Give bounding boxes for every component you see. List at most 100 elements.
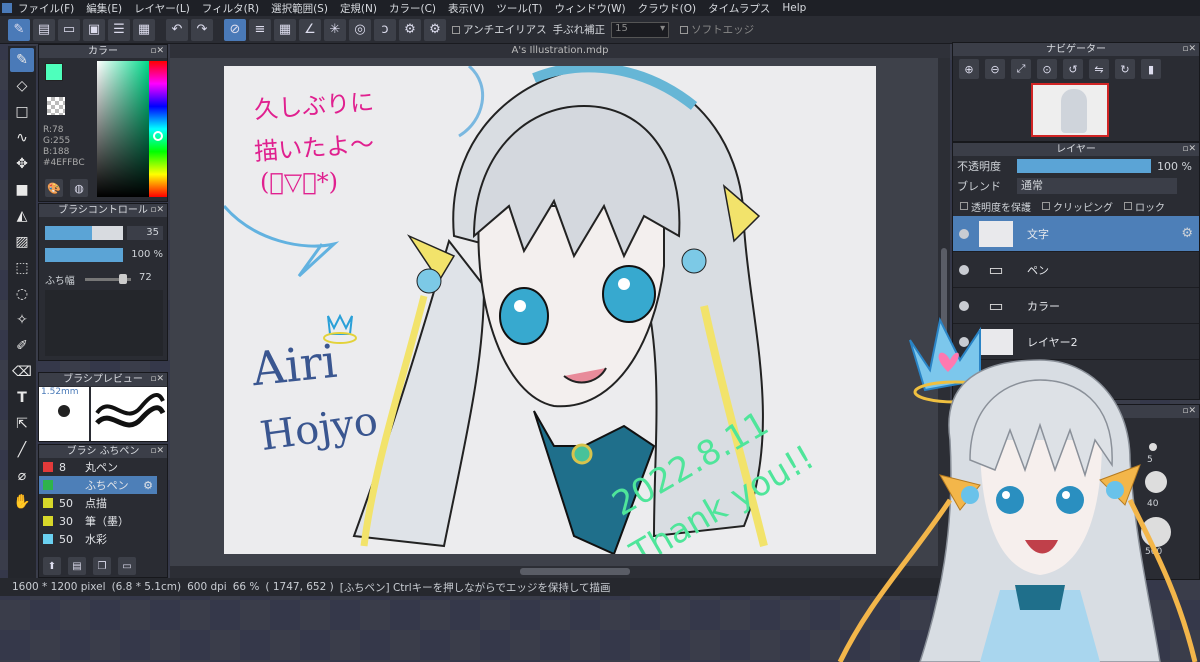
eyedropper-tool-icon[interactable]: ⌀ — [10, 464, 34, 488]
menu-item[interactable]: 編集(E) — [86, 1, 122, 16]
operation-tool-icon[interactable]: ⇱ — [10, 412, 34, 436]
rotate-left-icon[interactable]: ↺ — [1063, 59, 1083, 79]
select-eraser-icon[interactable]: ⌫ — [10, 360, 34, 384]
visibility-icon[interactable] — [959, 228, 969, 239]
brush-opacity-slider[interactable] — [45, 248, 123, 262]
layer-row[interactable]: 文字 ⚙ — [953, 216, 1199, 252]
eraser-tool-icon[interactable]: ◇ — [10, 74, 34, 98]
menu-item[interactable]: ウィンドウ(W) — [555, 1, 626, 16]
brush-new-icon[interactable]: ▤ — [68, 557, 86, 575]
brush-item[interactable]: 50 点描 — [39, 494, 157, 512]
gradient-tool-icon[interactable]: ▨ — [10, 230, 34, 254]
layer-opacity-slider[interactable] — [1017, 159, 1151, 173]
menu-item[interactable]: 定規(N) — [340, 1, 377, 16]
panel-close-icon[interactable]: ▫✕ — [150, 204, 164, 217]
clipping-checkbox[interactable] — [1042, 202, 1050, 210]
chat-icon[interactable]: ▣ — [83, 18, 105, 41]
brush-size-slider[interactable] — [45, 226, 123, 240]
stabilizer-select[interactable]: 15 ▾ — [611, 21, 670, 38]
undo-icon[interactable]: ↶ — [166, 18, 188, 41]
snap-radial-icon[interactable]: ✳ — [324, 18, 346, 41]
drawing-canvas[interactable]: 久しぶりに 描いたよ〜 (ﾟ▽ﾟ*) Airi Hojyo 2022.8.11 … — [224, 66, 876, 554]
menu-item[interactable]: ツール(T) — [496, 1, 542, 16]
menu-item[interactable]: フィルタ(R) — [202, 1, 259, 16]
select-rect-icon[interactable]: ⬚ — [10, 256, 34, 280]
brush-add-icon[interactable]: ⬆ — [43, 557, 61, 575]
menu-item[interactable]: カラー(C) — [389, 1, 436, 16]
layer-row[interactable]: ▭ ペン — [953, 252, 1199, 288]
actual-size-icon[interactable]: ⊙ — [1037, 59, 1057, 79]
document-tab[interactable]: A's Illustration.mdp — [170, 44, 950, 58]
antialias-checkbox[interactable] — [452, 25, 460, 34]
fit-icon[interactable]: ⤢ — [1011, 59, 1031, 79]
hue-slider[interactable] — [149, 61, 167, 197]
brush-copy-icon[interactable]: ❐ — [93, 557, 111, 575]
navigator-thumbnail[interactable] — [1031, 83, 1109, 137]
rotate-right-icon[interactable]: ↻ — [1115, 59, 1135, 79]
visibility-icon[interactable] — [959, 264, 969, 275]
comment-icon[interactable]: ▭ — [58, 18, 80, 41]
menu-item[interactable]: Help — [782, 2, 806, 14]
fill-tool-icon[interactable]: ◭ — [10, 204, 34, 228]
lasso-tool-icon[interactable]: ∿ — [10, 126, 34, 150]
zoom-out-icon[interactable]: ⊖ — [985, 59, 1005, 79]
transparent-color-swatch[interactable] — [47, 97, 65, 115]
layers-icon[interactable]: ☰ — [108, 18, 130, 41]
horizontal-scrollbar[interactable] — [170, 566, 938, 578]
menu-item[interactable]: 選択範囲(S) — [271, 1, 328, 16]
select-ellipse-icon[interactable]: ◌ — [10, 282, 34, 306]
panel-close-icon[interactable]: ▫✕ — [150, 373, 164, 386]
gear-icon[interactable]: ⚙ — [143, 479, 153, 492]
brush-item[interactable]: ふちペン ⚙ — [39, 476, 157, 494]
settings-gear-icon[interactable]: ⚙ — [424, 18, 446, 41]
grid-icon[interactable]: ▦ — [133, 18, 155, 41]
pen-tool-icon[interactable]: ✎ — [10, 48, 34, 72]
shape-tool-icon[interactable]: ■ — [10, 178, 34, 202]
brush-size-value[interactable]: 35 — [127, 226, 163, 240]
foreground-color-swatch[interactable] — [45, 63, 63, 81]
magic-wand-icon[interactable]: ✧ — [10, 308, 34, 332]
rect-select-tool-icon[interactable]: □ — [10, 100, 34, 124]
move-tool-icon[interactable]: ✥ — [10, 152, 34, 176]
menu-item[interactable]: レイヤー(L) — [134, 1, 190, 16]
select-pen-icon[interactable]: ✐ — [10, 334, 34, 358]
text-tool-icon[interactable]: T — [10, 386, 34, 410]
snap-settings-icon[interactable]: ⚙ — [399, 18, 421, 41]
lock-checkbox[interactable] — [1124, 202, 1132, 210]
hue-handle[interactable] — [153, 131, 163, 141]
menu-item[interactable]: クラウド(O) — [638, 1, 696, 16]
snap-circle-icon[interactable]: ◎ — [349, 18, 371, 41]
snap-grid-icon[interactable]: ▦ — [274, 18, 296, 41]
panel-close-icon[interactable]: ▫✕ — [150, 445, 164, 458]
flip-icon[interactable]: ⇋ — [1089, 59, 1109, 79]
palette-icon[interactable]: 🎨 — [45, 179, 63, 197]
menu-item[interactable]: 表示(V) — [448, 1, 484, 16]
soft-edge-checkbox[interactable] — [680, 25, 689, 34]
lock-view-icon[interactable]: ▮ — [1141, 59, 1161, 79]
menu-item[interactable]: タイムラプス — [708, 1, 770, 16]
zoom-in-icon[interactable]: ⊕ — [959, 59, 979, 79]
hand-tool-icon[interactable]: ✋ — [10, 490, 34, 514]
new-file-icon[interactable]: ▤ — [33, 18, 55, 41]
blend-mode-select[interactable]: 通常 — [1017, 178, 1177, 194]
brush-folder-icon[interactable]: ▭ — [118, 557, 136, 575]
color-wheel-icon[interactable]: ◍ — [70, 179, 88, 197]
brush-mode-icon[interactable]: ✎ — [8, 18, 30, 41]
panel-close-icon[interactable]: ▫✕ — [150, 45, 164, 58]
edge-width-handle[interactable] — [119, 274, 127, 284]
snap-perspective-icon[interactable]: ∠ — [299, 18, 321, 41]
brush-item[interactable]: 50 水彩 — [39, 530, 157, 548]
divide-tool-icon[interactable]: ╱ — [10, 438, 34, 462]
brush-item[interactable]: 30 筆（墨） — [39, 512, 157, 530]
no-snap-icon[interactable]: ⊘ — [224, 18, 246, 41]
snap-lines-icon[interactable]: ≡ — [249, 18, 271, 41]
protect-alpha-checkbox[interactable] — [960, 202, 968, 210]
snap-curve-icon[interactable]: ↄ — [374, 18, 396, 41]
brush-item[interactable]: 8 丸ペン — [39, 458, 157, 476]
layer-settings-icon[interactable]: ⚙ — [1181, 226, 1193, 241]
panel-close-icon[interactable]: ▫✕ — [1182, 143, 1196, 156]
redo-icon[interactable]: ↷ — [191, 18, 213, 41]
panel-close-icon[interactable]: ▫✕ — [1182, 43, 1196, 56]
menu-item[interactable]: ファイル(F) — [18, 1, 74, 16]
saturation-value-picker[interactable] — [97, 61, 149, 197]
